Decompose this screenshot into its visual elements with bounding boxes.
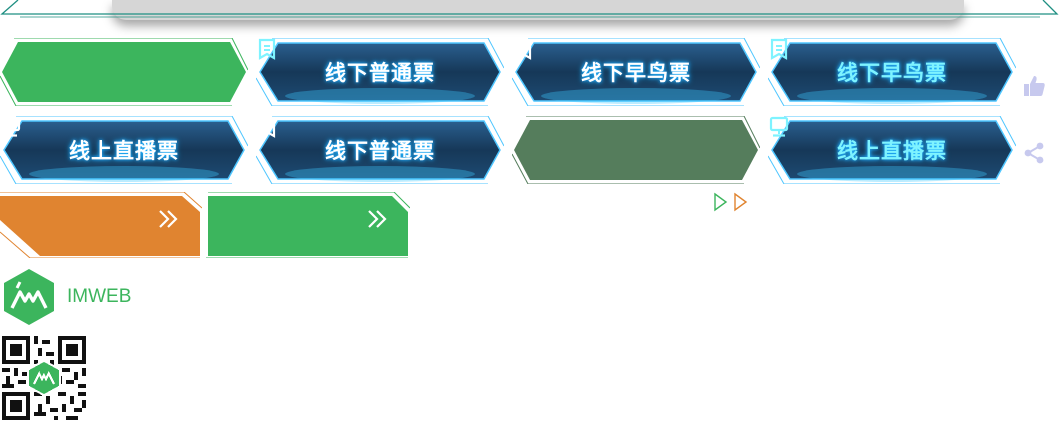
play-triangles-icon	[714, 192, 748, 212]
monitor-icon	[1, 116, 21, 137]
ticket-tile-label: 线下早鸟票	[581, 61, 691, 85]
monitor-icon	[769, 116, 789, 137]
qr-code	[2, 336, 86, 420]
imweb-logo	[4, 269, 54, 325]
ticket-tile-label: 线上直播票	[69, 139, 179, 163]
brand-name: IMWEB	[67, 286, 132, 307]
ticket-icon	[258, 116, 276, 138]
ticket-tile-online-live[interactable]: 线上直播票	[0, 116, 248, 184]
arrow-button-green[interactable]	[206, 192, 410, 258]
ticket-tile-offline-early-bird-active[interactable]: 线下早鸟票	[768, 38, 1016, 106]
ticket-tile-label: 线下普通票	[325, 61, 435, 85]
thumbs-up-icon[interactable]	[1022, 74, 1046, 98]
ticket-tile-online-live-active[interactable]: 线上直播票	[768, 116, 1016, 184]
ticket-tile-offline-regular-2[interactable]: 线下普通票	[256, 116, 504, 184]
top-banner-frame	[0, 0, 1059, 18]
ticket-tile-label	[0, 38, 248, 106]
ticket-tile-label: 线上直播票	[837, 139, 947, 163]
ticket-tile-label: 线下早鸟票	[837, 61, 947, 85]
arrow-button-orange[interactable]	[0, 192, 202, 258]
ticket-tile-offline-early-bird[interactable]: 线下早鸟票	[512, 38, 760, 106]
ticket-icon	[258, 38, 276, 60]
share-icon[interactable]	[1022, 141, 1046, 165]
ticket-tile-dark-green[interactable]	[512, 116, 760, 184]
ticket-icon	[770, 38, 788, 60]
double-chevron-right-icon	[159, 210, 178, 228]
ticket-tile-offline-regular[interactable]: 线下普通票	[256, 38, 504, 106]
ticket-icon	[514, 38, 532, 60]
ticket-tile-label	[512, 116, 760, 184]
double-chevron-right-icon	[368, 210, 387, 228]
ticket-tile-green[interactable]	[0, 38, 248, 106]
ticket-tile-label: 线下普通票	[325, 139, 435, 163]
